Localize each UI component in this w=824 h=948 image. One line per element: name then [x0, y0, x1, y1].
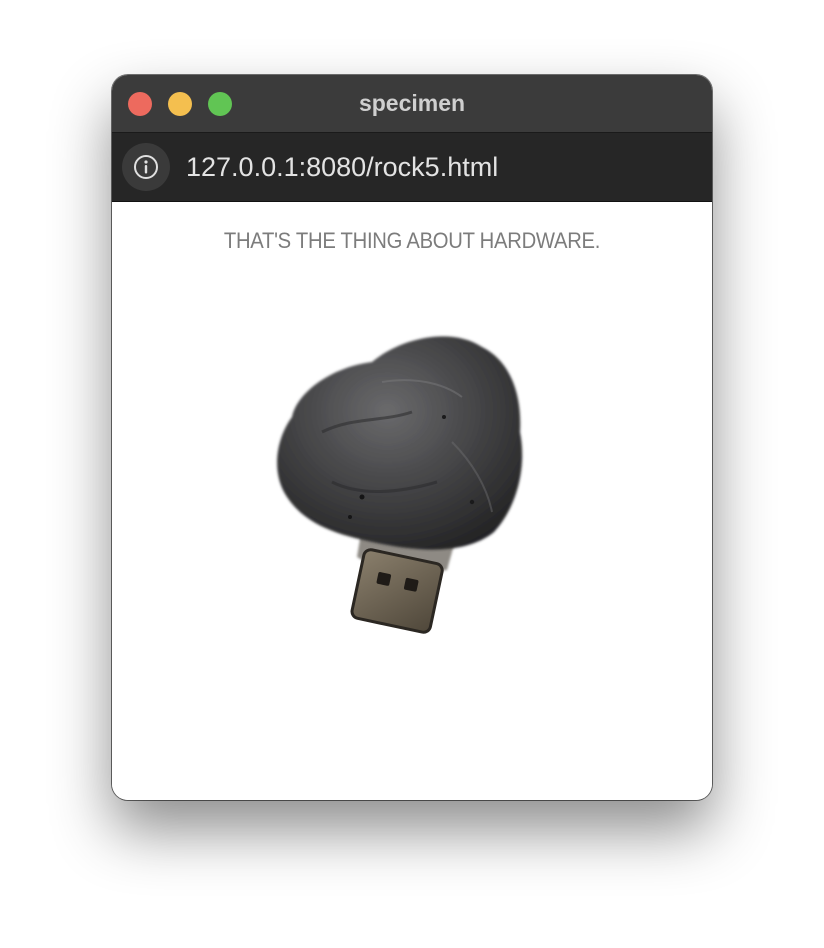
title-bar: specimen [112, 75, 712, 133]
window-title: specimen [358, 90, 466, 116]
info-icon [134, 155, 158, 179]
page-content: THAT'S THE THING ABOUT HARDWARE. [112, 202, 712, 800]
site-info-button[interactable] [122, 143, 170, 191]
browser-window: specimen 127.0.0.1:8080/rock5.html THAT'… [112, 75, 712, 800]
rock-usb-image [277, 336, 523, 634]
address-bar: 127.0.0.1:8080/rock5.html [112, 133, 712, 202]
url-field[interactable]: 127.0.0.1:8080/rock5.html [186, 133, 498, 201]
page-caption: THAT'S THE THING ABOUT HARDWARE. [223, 228, 601, 253]
